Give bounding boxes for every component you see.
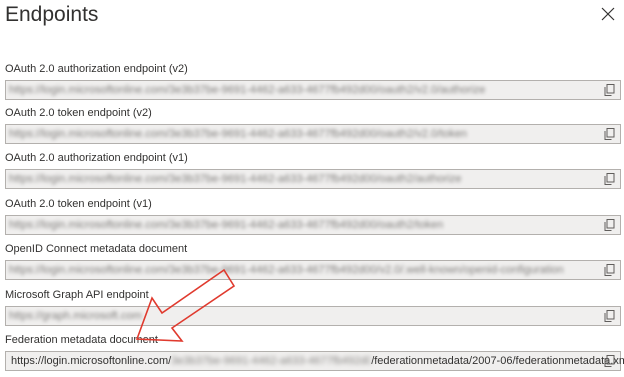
field-federation-metadata: Federation metadata document https://log… xyxy=(5,333,624,371)
endpoint-textbox[interactable]: https://login.microsoftonline.com/3e3b37… xyxy=(5,215,621,235)
endpoint-textbox[interactable]: https://login.microsoftonline.com/3e3b37… xyxy=(5,124,621,144)
field-oauth2-authorize-v2: OAuth 2.0 authorization endpoint (v2) ht… xyxy=(5,62,621,100)
field-oauth2-authorize-v1: OAuth 2.0 authorization endpoint (v1) ht… xyxy=(5,151,621,189)
field-label: OAuth 2.0 authorization endpoint (v2) xyxy=(5,63,188,75)
endpoint-value: https://login.microsoftonline.com/3e3b37… xyxy=(9,219,444,231)
endpoint-textbox[interactable]: https://graph.microsoft.com xyxy=(5,306,621,326)
copy-icon[interactable] xyxy=(604,84,615,96)
url-redacted: 3e3b37be-9691-4462-a633-4677fb492d00 xyxy=(171,355,372,367)
copy-icon[interactable] xyxy=(604,128,615,140)
endpoint-textbox[interactable]: https://login.microsoftonline.com/3e3b37… xyxy=(5,169,621,189)
copy-icon[interactable] xyxy=(604,355,615,367)
endpoint-textbox[interactable]: https://login.microsoftonline.com/3e3b37… xyxy=(5,351,624,371)
endpoint-value: https://login.microsoftonline.com/3e3b37… xyxy=(11,352,624,370)
field-label: OAuth 2.0 token endpoint (v2) xyxy=(5,107,152,119)
endpoint-value: https://login.microsoftonline.com/3e3b37… xyxy=(9,264,564,276)
field-oauth2-token-v2: OAuth 2.0 token endpoint (v2) https://lo… xyxy=(5,106,621,144)
field-openid-metadata: OpenID Connect metadata document https:/… xyxy=(5,242,621,280)
copy-icon[interactable] xyxy=(604,173,615,185)
endpoint-value: https://login.microsoftonline.com/3e3b37… xyxy=(9,128,468,140)
endpoint-value: https://login.microsoftonline.com/3e3b37… xyxy=(9,84,486,96)
field-label: OpenID Connect metadata document xyxy=(5,243,188,255)
copy-icon[interactable] xyxy=(604,310,615,322)
field-label: OAuth 2.0 authorization endpoint (v1) xyxy=(5,152,188,164)
field-label: Federation metadata document xyxy=(5,334,158,346)
copy-icon[interactable] xyxy=(604,264,615,276)
field-oauth2-token-v1: OAuth 2.0 token endpoint (v1) https://lo… xyxy=(5,197,621,235)
copy-icon[interactable] xyxy=(604,219,615,231)
page-title: Endpoints xyxy=(5,3,99,26)
endpoint-value: https://graph.microsoft.com xyxy=(9,310,142,322)
close-icon[interactable] xyxy=(600,6,616,22)
endpoint-value: https://login.microsoftonline.com/3e3b37… xyxy=(9,173,462,185)
endpoint-textbox[interactable]: https://login.microsoftonline.com/3e3b37… xyxy=(5,80,621,100)
field-graph-api: Microsoft Graph API endpoint https://gra… xyxy=(5,288,621,326)
endpoint-textbox[interactable]: https://login.microsoftonline.com/3e3b37… xyxy=(5,260,621,280)
url-prefix: https://login.microsoftonline.com/ xyxy=(11,355,172,367)
url-suffix: /federationmetadata/2007-06/federationme… xyxy=(371,355,624,367)
field-label: Microsoft Graph API endpoint xyxy=(5,289,149,301)
field-label: OAuth 2.0 token endpoint (v1) xyxy=(5,198,152,210)
